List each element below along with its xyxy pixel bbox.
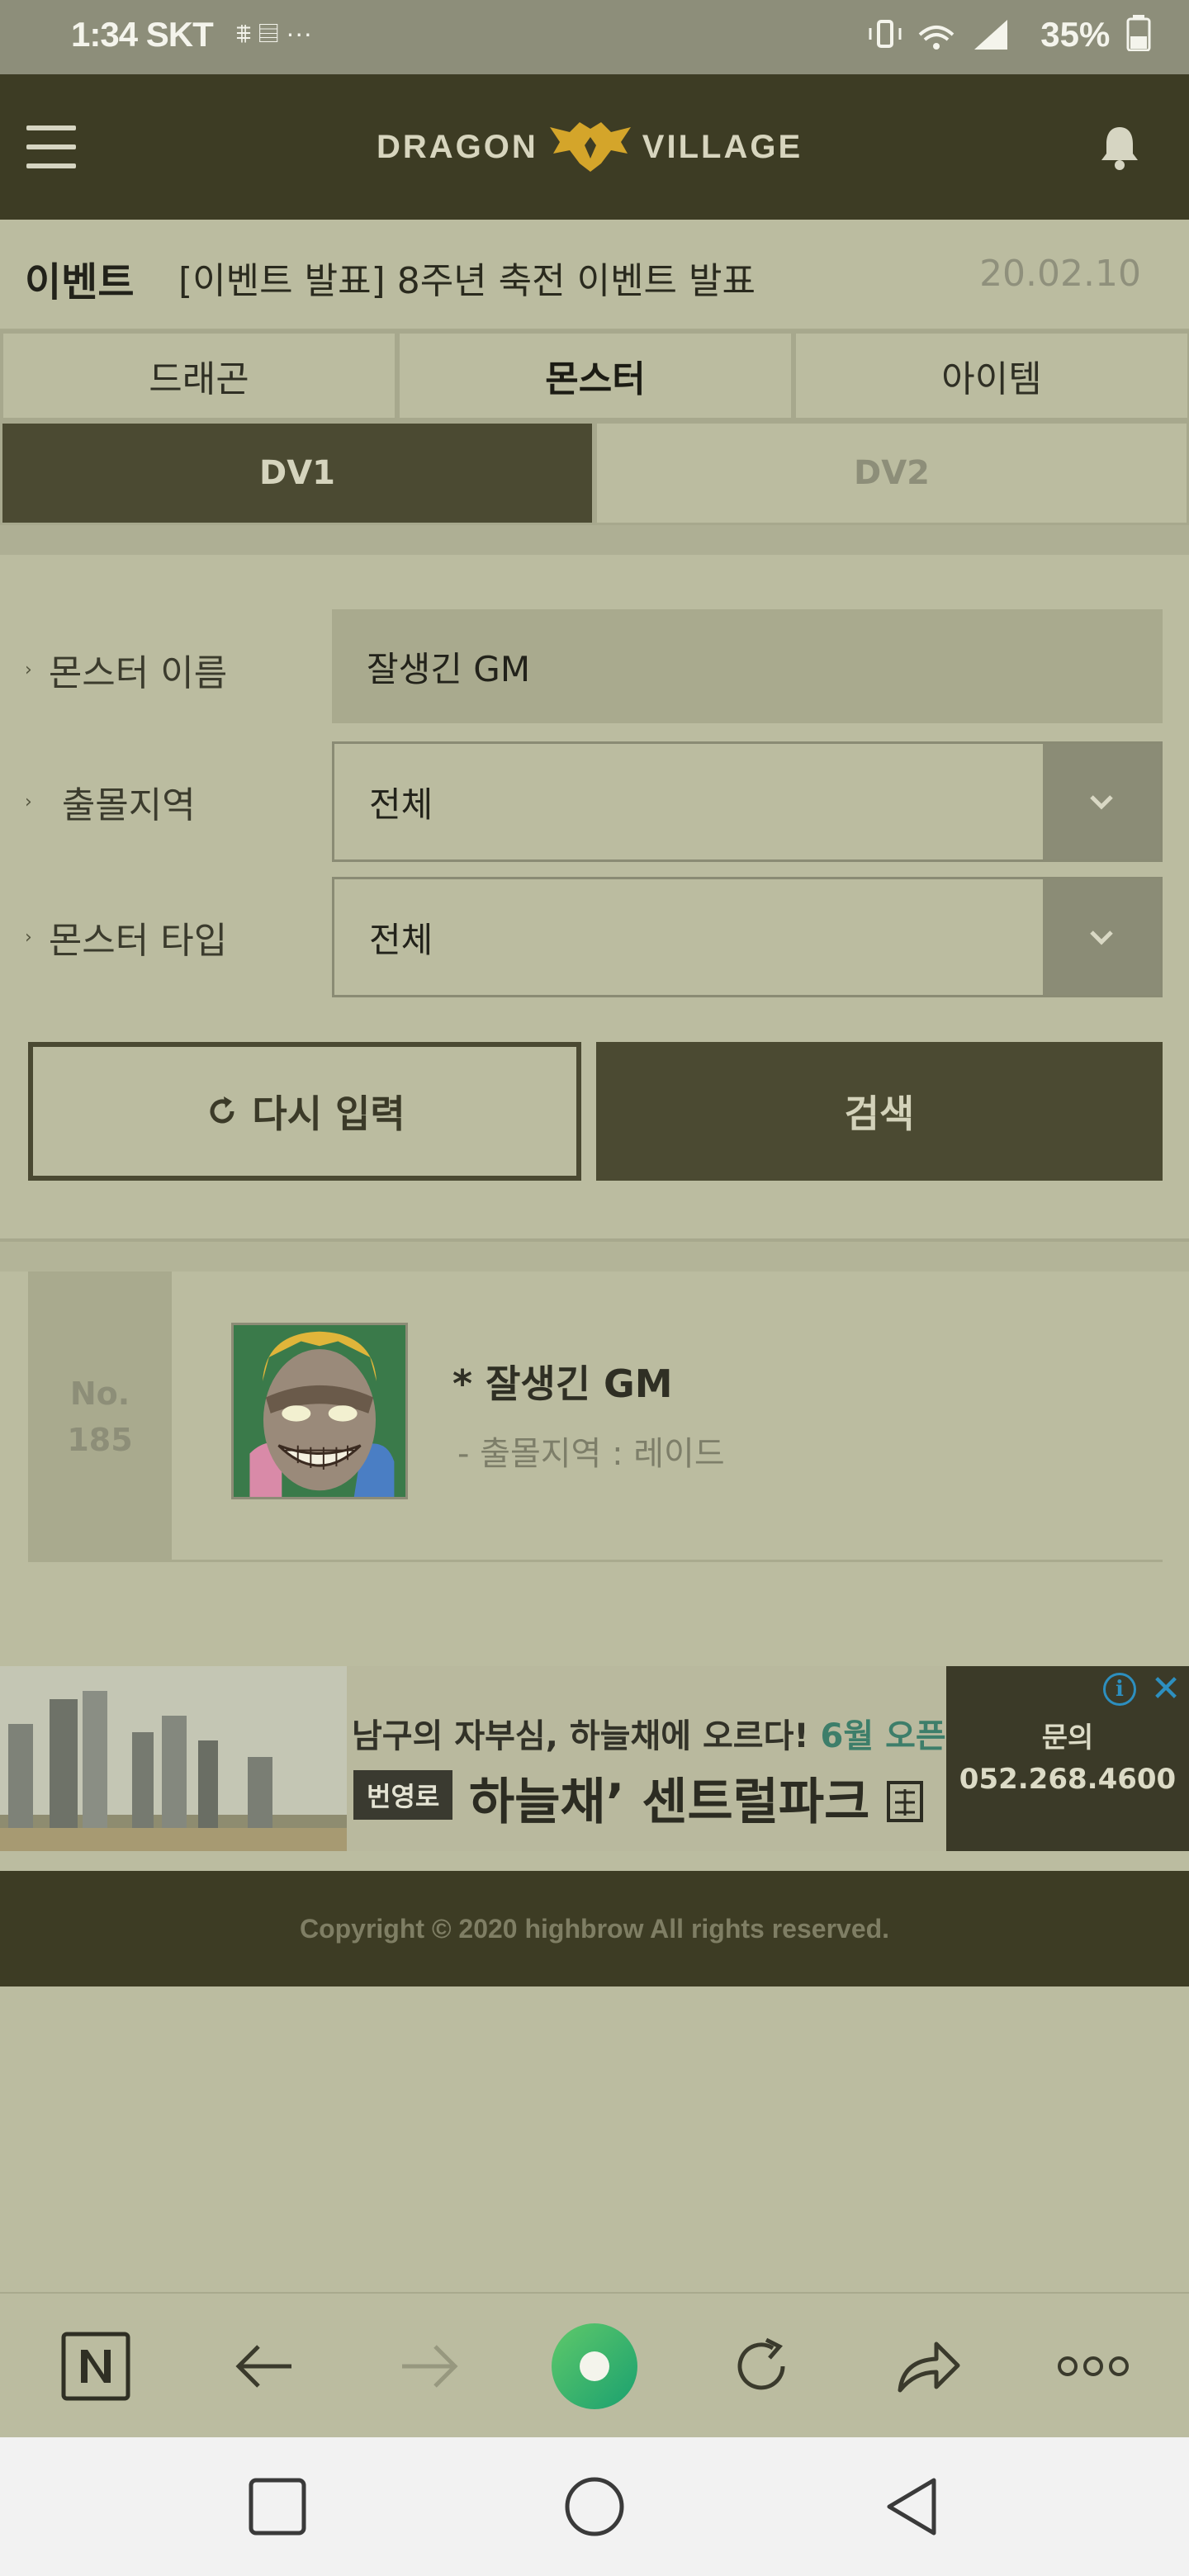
result-monster-name[interactable]: * 잘생긴 GM (452, 1354, 673, 1409)
type-select-value: 전체 (369, 919, 433, 960)
ad-info-icon[interactable]: i (1103, 1673, 1136, 1706)
ad-contact-label: 문의 (1041, 1721, 1094, 1754)
result-number: No. 185 (28, 1271, 172, 1562)
area-select[interactable]: 전체 (332, 741, 1163, 862)
ad-headline: 남구의 자부심, 하늘채에 오르다! 6월 오픈 예정 (352, 1717, 1019, 1755)
version-tabs: DV1 DV2 (0, 421, 1189, 525)
bullet-icon: › (25, 791, 32, 812)
refresh-icon (210, 1096, 234, 1124)
tab-dragon[interactable]: 드래곤 (0, 330, 396, 421)
category-tabs: 드래곤 몬스터 아이템 (0, 330, 1189, 421)
system-nav-bar (0, 2437, 1189, 2576)
ad-contact-phone: 052.268.4600 (959, 1763, 1177, 1796)
app-header: DRAGON VILLAGE (0, 74, 1189, 220)
monster-name-row: › 몬스터 이름 잘생긴 GM (0, 609, 1189, 730)
result-number-value: 185 (67, 1422, 133, 1458)
share-icon[interactable] (879, 2294, 978, 2439)
signal-icons (867, 17, 1065, 61)
copyright-text: Copyright © 2020 highbrow All rights res… (299, 1913, 890, 1944)
battery-icon (1126, 15, 1151, 52)
tab-item[interactable]: 아이템 (793, 330, 1189, 421)
chevron-down-icon[interactable] (1043, 879, 1160, 995)
back-icon[interactable] (862, 2437, 961, 2576)
monster-name-value: 잘생긴 GM (367, 648, 531, 689)
battery-percent: 35% (1040, 15, 1111, 54)
browser-toolbar (0, 2292, 1189, 2437)
monster-thumbnail[interactable] (231, 1323, 408, 1499)
result-item[interactable]: No. 185 * 잘생긴 GM - 출몰지역 : 레이드 (28, 1271, 1163, 1562)
recents-icon[interactable] (228, 2437, 327, 2576)
results-band (0, 1242, 1189, 1271)
area-row: › 출몰지역 전체 (0, 741, 1189, 862)
ad-tag: 번영로 (353, 1770, 453, 1820)
ad-banner[interactable]: 남구의 자부심, 하늘채에 오르다! 6월 오픈 예정 번영로 하늘채’ 센트럴… (0, 1666, 1189, 1851)
hamburger-icon[interactable] (26, 125, 76, 168)
bell-icon[interactable] (1095, 122, 1144, 172)
search-button-label: 검색 (844, 1091, 915, 1136)
monster-name-label: › 몬스터 이름 (25, 652, 228, 694)
status-time-carrier: 1:34 SKT (71, 15, 214, 54)
search-button[interactable]: 검색 (596, 1042, 1163, 1181)
reset-button[interactable]: 다시 입력 (28, 1042, 581, 1181)
chevron-down-icon[interactable] (1043, 744, 1160, 859)
tab-monster[interactable]: 몬스터 (396, 330, 793, 421)
more-icon[interactable] (1044, 2294, 1143, 2439)
logo-text-left: DRAGON (377, 128, 538, 165)
type-row: › 몬스터 타입 전체 (0, 877, 1189, 997)
tab-dv2[interactable]: DV2 (594, 421, 1189, 525)
naver-n-icon[interactable] (46, 2294, 145, 2439)
logo-text-right: VILLAGE (642, 128, 803, 165)
dragon-village-logo[interactable]: DRAGON VILLAGE (377, 121, 803, 173)
reset-button-label: 다시 입력 (252, 1091, 405, 1136)
event-notice[interactable]: 이벤트 [이벤트 발표] 8주년 축전 이벤트 발표 20.02.10 (0, 220, 1189, 330)
result-monster-area: - 출몰지역 : 레이드 (457, 1435, 725, 1473)
type-select[interactable]: 전체 (332, 877, 1163, 997)
status-bar: 1:34 SKT ⩨ ▤ ··· 35% (0, 0, 1189, 74)
tab-dv1[interactable]: DV1 (0, 421, 594, 525)
bullet-icon: › (25, 659, 32, 680)
battery-indicator: 35% (1040, 15, 1151, 54)
section-divider (0, 525, 1189, 555)
notification-icons: ⩨ ▤ ··· (236, 18, 313, 48)
notice-title[interactable]: [이벤트 발표] 8주년 축전 이벤트 발표 (178, 251, 756, 304)
home-icon[interactable] (545, 2437, 644, 2576)
ad-brand-icon (887, 1781, 924, 1822)
bullet-icon: › (25, 926, 32, 948)
ad-close-icon[interactable]: ✕ (1148, 1671, 1184, 1707)
home-circle-icon[interactable] (542, 2294, 647, 2439)
reload-icon[interactable] (712, 2294, 811, 2439)
area-select-value: 전체 (369, 784, 433, 825)
forward-arrow-icon[interactable] (380, 2294, 479, 2439)
footer: Copyright © 2020 highbrow All rights res… (0, 1871, 1189, 1986)
back-arrow-icon[interactable] (215, 2294, 314, 2439)
notice-label: 이벤트 (25, 259, 135, 305)
area-label: › 출몰지역 (25, 784, 196, 826)
type-label: › 몬스터 타입 (25, 920, 228, 962)
vibrate-wifi-signal-icon (869, 20, 1007, 50)
notice-date: 20.02.10 (979, 253, 1141, 295)
ad-building-image (0, 1666, 347, 1851)
monster-name-input[interactable]: 잘생긴 GM (332, 609, 1163, 723)
result-number-label: No. (69, 1376, 130, 1412)
dragon-wings-icon (549, 122, 631, 172)
ad-title: 하늘채’ 센트럴파크 (469, 1762, 924, 1834)
